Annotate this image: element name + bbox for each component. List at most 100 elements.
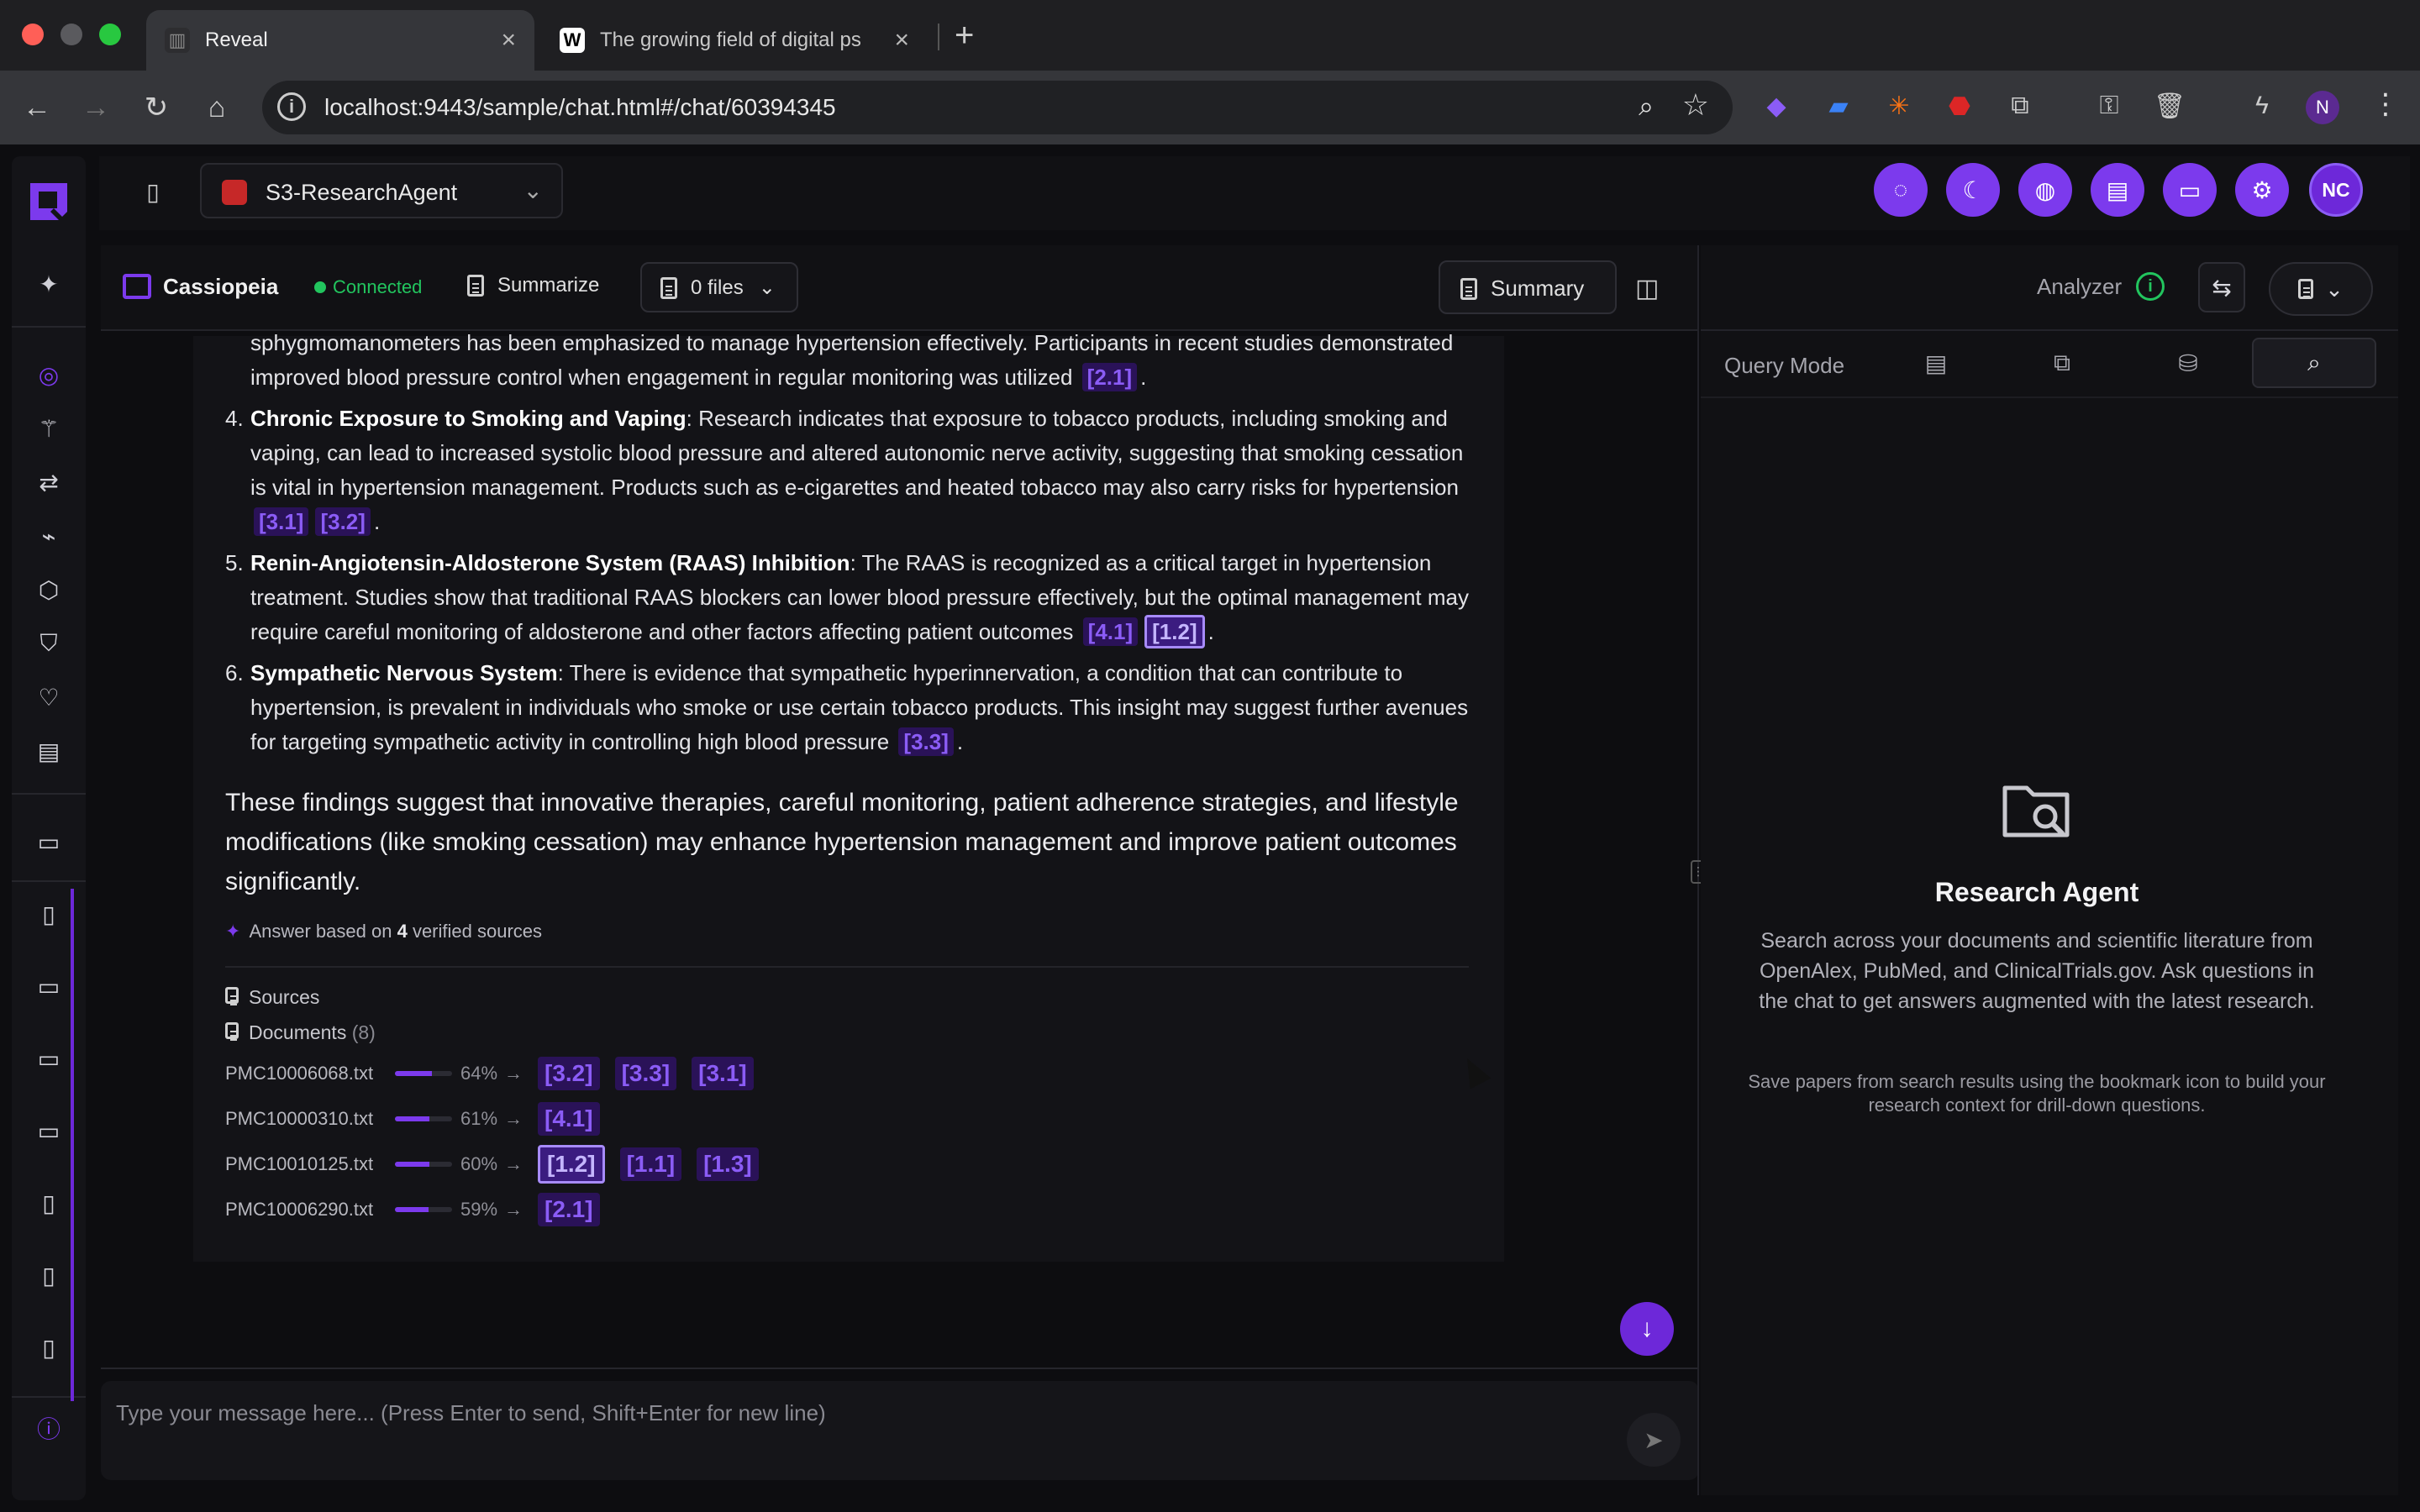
files-dropdown[interactable]: 0 files ⌄ — [640, 262, 798, 312]
citation-link[interactable]: [3.3] — [614, 1057, 677, 1090]
chat-icon[interactable]: ▭ — [34, 827, 64, 857]
site-info-icon[interactable]: i — [277, 92, 306, 121]
passwords-key-icon[interactable]: ⚿ — [2092, 89, 2126, 123]
send-button[interactable]: ➤ — [1627, 1413, 1681, 1467]
citation-link[interactable]: [2.1] — [1081, 363, 1138, 391]
query-mode-document-icon[interactable]: ▤ — [1874, 338, 1998, 388]
home-button[interactable]: ⌂ — [198, 89, 235, 126]
query-mode-database-icon[interactable]: ⛁ — [2126, 338, 2250, 388]
source-row[interactable]: PMC10010125.txt 60% → [1.2] [1.1] [1.3] — [225, 1145, 771, 1184]
info-icon[interactable]: ⓘ — [34, 1413, 64, 1443]
app-logo-icon[interactable] — [25, 178, 72, 225]
panel-toggle-icon[interactable]: ◫ — [1635, 274, 1659, 303]
minimize-window-button[interactable] — [60, 24, 82, 45]
composer-divider — [101, 1368, 1699, 1369]
tab-wikipedia[interactable]: W The growing field of digital ps × — [541, 10, 928, 71]
document-history-icon[interactable]: ▯ — [34, 1260, 64, 1290]
citation-link[interactable]: [1.3] — [697, 1147, 759, 1181]
browser-menu-icon[interactable]: ⋮ — [2371, 87, 2400, 121]
sources-heading[interactable]: Sources — [225, 986, 319, 1009]
citation-link[interactable]: [3.1] — [692, 1057, 754, 1090]
citation-link[interactable]: [4.1] — [538, 1102, 600, 1136]
query-mode-folder-search-icon[interactable]: ⌕ — [2252, 338, 2376, 388]
citation-link-highlighted[interactable]: [1.2] — [1144, 615, 1205, 648]
summarize-button[interactable]: Summarize — [467, 274, 599, 297]
trash-icon[interactable]: 🗑 — [2153, 89, 2186, 123]
history-scroll-indicator — [71, 889, 74, 1401]
citation-link[interactable]: [3.2] — [315, 507, 371, 536]
source-row[interactable]: PMC10000310.txt 61% → [4.1] — [225, 1100, 612, 1137]
scroll-to-bottom-button[interactable]: ↓ — [1620, 1302, 1674, 1356]
citation-link[interactable]: [3.2] — [538, 1057, 600, 1090]
citation-link[interactable]: [2.1] — [538, 1193, 600, 1226]
query-mode-multi-document-icon[interactable]: ⧉ — [2000, 338, 2124, 388]
source-row[interactable]: PMC10006068.txt 64% → [3.2] [3.3] [3.1] — [225, 1055, 765, 1092]
magic-wand-icon[interactable]: ⚚ — [34, 413, 64, 444]
source-filename[interactable]: PMC10000310.txt — [225, 1108, 390, 1130]
shield-icon[interactable]: ⛉ — [34, 628, 64, 659]
relevance-bar — [395, 1207, 452, 1212]
source-filename[interactable]: PMC10006068.txt — [225, 1063, 390, 1084]
moon-icon[interactable]: ☾ — [1946, 163, 2000, 217]
item-heading: Sympathetic Nervous System — [250, 660, 558, 685]
chat-title: Cassiopeia — [163, 274, 279, 299]
citation-link[interactable]: [3.3] — [898, 727, 954, 756]
message-icon[interactable]: ▭ — [2163, 163, 2217, 217]
document-history-icon[interactable]: ▯ — [34, 1188, 64, 1218]
plug-icon[interactable]: ⌁ — [34, 521, 64, 551]
compass-icon[interactable]: ◎ — [34, 360, 64, 390]
chat-history-icon[interactable]: ▭ — [34, 971, 64, 1001]
summary-button[interactable]: Summary — [1439, 260, 1617, 314]
citation-link[interactable]: [4.1] — [1082, 617, 1139, 646]
extension-claude-icon[interactable]: ✳ — [1882, 89, 1916, 123]
tab-reveal[interactable]: ▥ Reveal × — [146, 10, 534, 71]
document-history-icon[interactable]: ▯ — [34, 899, 64, 929]
citation-link-highlighted[interactable]: [1.2] — [538, 1145, 605, 1184]
browser-profile-avatar[interactable]: N — [2306, 91, 2339, 124]
back-button[interactable]: ← — [18, 89, 55, 126]
swap-icon[interactable]: ⇆ — [2198, 262, 2245, 312]
close-tab-icon[interactable]: × — [501, 26, 516, 55]
book-icon[interactable]: ▤ — [34, 736, 64, 766]
chat-bubble-icon[interactable]: ◌ — [1874, 163, 1928, 217]
git-compare-icon[interactable]: ⇄ — [34, 467, 64, 497]
source-row[interactable]: PMC10006290.txt 59% → [2.1] — [225, 1191, 612, 1228]
sidebar-toggle-icon[interactable]: ▯ — [134, 173, 171, 210]
agent-selector[interactable]: S3-ResearchAgent ⌄ — [200, 163, 563, 218]
extension-shield-icon[interactable]: ⬣ — [1943, 89, 1976, 123]
chat-history-icon[interactable]: ▭ — [34, 1116, 64, 1146]
source-filename[interactable]: PMC10006290.txt — [225, 1199, 390, 1221]
summarize-label: Summarize — [497, 274, 600, 297]
hexagon-settings-icon[interactable]: ⬡ — [34, 575, 64, 605]
zoom-icon[interactable]: ⌕ — [1639, 91, 1654, 123]
address-bar[interactable]: i localhost:9443/sample/chat.html#/chat/… — [262, 81, 1733, 134]
document-icon[interactable]: ▤ — [2091, 163, 2144, 217]
export-dropdown[interactable]: ⌄ — [2269, 262, 2373, 316]
analyzer-info-icon[interactable]: i — [2136, 272, 2165, 301]
heart-pulse-icon[interactable]: ♡ — [34, 682, 64, 712]
reload-button[interactable]: ↻ — [138, 89, 175, 126]
maximize-window-button[interactable] — [99, 24, 121, 45]
bookmark-star-icon[interactable]: ☆ — [1682, 87, 1709, 123]
close-tab-icon[interactable]: × — [894, 26, 909, 55]
forward-button[interactable]: → — [77, 89, 114, 126]
performance-icon[interactable]: ϟ — [2245, 89, 2279, 123]
reveal-favicon-icon: ▥ — [165, 28, 190, 53]
chat-history-icon[interactable]: ▭ — [34, 1043, 64, 1074]
extension-blue-icon[interactable]: ▰ — [1822, 89, 1855, 123]
list-number: 6. — [225, 660, 244, 685]
close-window-button[interactable] — [22, 24, 44, 45]
palette-icon[interactable]: ◍ — [2018, 163, 2072, 217]
documents-heading[interactable]: Documents (8) — [225, 1021, 376, 1044]
message-input[interactable] — [116, 1396, 1595, 1430]
extensions-puzzle-icon[interactable]: ⧉ — [2003, 89, 2037, 123]
user-avatar[interactable]: NC — [2309, 163, 2363, 217]
gear-icon[interactable]: ⚙ — [2235, 163, 2289, 217]
sparkles-icon[interactable]: ✦ — [34, 269, 64, 299]
source-filename[interactable]: PMC10010125.txt — [225, 1153, 390, 1175]
citation-link[interactable]: [3.1] — [254, 507, 309, 536]
citation-link[interactable]: [1.1] — [619, 1147, 682, 1181]
document-history-icon[interactable]: ▯ — [34, 1332, 64, 1362]
extension-obsidian-icon[interactable]: ◆ — [1760, 89, 1793, 123]
new-tab-button[interactable]: + — [955, 17, 974, 55]
